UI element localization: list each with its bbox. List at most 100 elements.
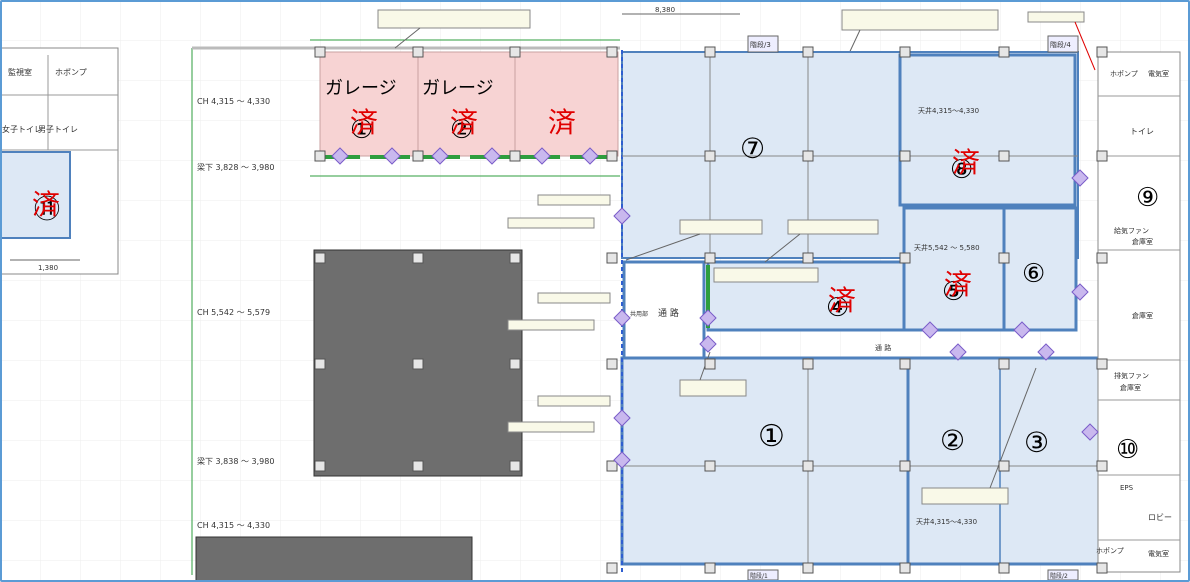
- room-8: [898, 53, 1077, 207]
- room-number-10: ⑩: [1116, 435, 1139, 465]
- dimension-label: 1,380: [38, 264, 58, 272]
- room-label: 監視室: [8, 67, 32, 77]
- room-label: 給気ファン: [1114, 226, 1149, 235]
- done-mark: 済: [350, 106, 378, 139]
- column-marker: [802, 358, 814, 370]
- column-marker: [802, 562, 814, 574]
- column-marker: [704, 358, 716, 370]
- right-side-rooms: ホポンプ 電気室 トイレ 給気ファン 倉庫室 倉庫室 排気ファン 倉庫室 ロビー…: [1096, 51, 1181, 573]
- room-number-2: ②: [940, 424, 965, 457]
- column-marker: [509, 460, 521, 472]
- column-marker: [704, 562, 716, 574]
- column-marker: [899, 562, 911, 574]
- ceiling-height-label: 梁下 3,838 ～ 3,980: [197, 457, 274, 466]
- room-number-1: ①: [758, 419, 785, 454]
- ceiling-note: 天井4,315～4,330: [916, 517, 977, 526]
- room-number-7: ⑦: [740, 132, 765, 165]
- column-marker: [704, 460, 716, 472]
- left-wing: 監視室 ホポンプ 女子トイレ 男子トイレ ⑪ 済 1,380: [0, 47, 119, 275]
- storage-block: [195, 536, 473, 582]
- column-marker: [899, 252, 911, 264]
- ceiling-height-label: CH 4,315 ～ 4,330: [197, 521, 270, 530]
- room-label: ホポンプ: [1096, 547, 1124, 555]
- column-marker: [314, 46, 326, 58]
- column-marker: [1096, 358, 1108, 370]
- garage-label: ガレージ: [422, 78, 494, 99]
- done-mark: 済: [952, 146, 980, 179]
- column-marker: [314, 358, 326, 370]
- column-marker: [998, 460, 1010, 472]
- passage-label: 通 路: [658, 307, 679, 319]
- column-marker: [899, 46, 911, 58]
- floor-plan: 監視室 ホポンプ 女子トイレ 男子トイレ ⑪ 済 1,380 CH 4,315 …: [0, 0, 1190, 582]
- room-label: ロビー: [1148, 513, 1172, 522]
- column-marker: [1096, 460, 1108, 472]
- column-marker: [606, 252, 618, 264]
- room-number-3: ③: [1024, 426, 1049, 459]
- column-marker: [998, 562, 1010, 574]
- room-label: 女子トイレ: [2, 124, 42, 134]
- stair-label: 階段/2: [1050, 572, 1068, 580]
- room-label: 男子トイレ: [38, 125, 78, 134]
- column-marker: [899, 358, 911, 370]
- done-mark: 済: [450, 106, 478, 139]
- column-marker: [606, 562, 618, 574]
- column-marker: [412, 150, 424, 162]
- passage-label: 共用部: [630, 310, 648, 318]
- column-marker: [412, 252, 424, 264]
- column-marker: [1096, 150, 1108, 162]
- column-marker: [412, 358, 424, 370]
- column-marker: [802, 46, 814, 58]
- column-marker: [606, 460, 618, 472]
- room-label: トイレ: [1130, 127, 1154, 136]
- column-marker: [606, 150, 618, 162]
- column-marker: [606, 358, 618, 370]
- room-number-9: ⑨: [1136, 183, 1159, 213]
- column-marker: [998, 252, 1010, 264]
- room-label: 電気室: [1148, 69, 1169, 78]
- room-label: EPS: [1120, 484, 1134, 492]
- column-marker: [1096, 252, 1108, 264]
- stair-label: 階段/3: [750, 40, 771, 49]
- room-label: 倉庫室: [1120, 383, 1141, 392]
- column-marker: [704, 46, 716, 58]
- done-mark: 済: [944, 268, 972, 301]
- done-mark: 済: [548, 106, 576, 139]
- column-marker: [606, 46, 618, 58]
- ceiling-height-label: 梁下 3,828 ～ 3,980: [197, 163, 274, 172]
- column-marker: [899, 460, 911, 472]
- stair-label: 階段/4: [1050, 40, 1071, 49]
- room-label: 電気室: [1148, 549, 1169, 558]
- column-marker: [899, 150, 911, 162]
- column-marker: [412, 460, 424, 472]
- column-marker: [998, 46, 1010, 58]
- room-label: ホポンプ: [55, 68, 87, 77]
- column-marker: [314, 150, 326, 162]
- garage-label: ガレージ: [325, 78, 397, 99]
- done-mark: 済: [32, 188, 60, 221]
- room-number-6: ⑥: [1022, 259, 1045, 289]
- dimension-label: 8,380: [655, 6, 675, 14]
- column-marker: [802, 150, 814, 162]
- column-marker: [802, 460, 814, 472]
- column-marker: [704, 252, 716, 264]
- column-marker: [314, 460, 326, 472]
- column-marker: [509, 252, 521, 264]
- column-marker: [802, 252, 814, 264]
- column-marker: [509, 46, 521, 58]
- column-marker: [998, 358, 1010, 370]
- room-label: 倉庫室: [1132, 311, 1153, 320]
- room-label: ホポンプ: [1110, 70, 1138, 78]
- ceiling-height-label: CH 4,315 ～ 4,330: [197, 97, 270, 106]
- ceiling-note: 天井4,315～4,330: [918, 106, 979, 115]
- done-mark: 済: [828, 284, 856, 317]
- column-marker: [412, 46, 424, 58]
- column-marker: [998, 150, 1010, 162]
- stair-label: 階段/1: [750, 572, 768, 580]
- passage-label: 通 路: [875, 343, 891, 352]
- column-marker: [509, 358, 521, 370]
- column-marker: [704, 150, 716, 162]
- room-label: 倉庫室: [1132, 237, 1153, 246]
- column-marker: [1096, 562, 1108, 574]
- ceiling-height-label: CH 5,542 ～ 5,579: [197, 308, 270, 317]
